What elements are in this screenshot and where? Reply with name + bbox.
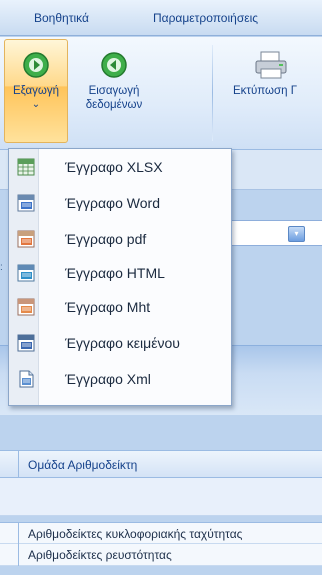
row-divider bbox=[18, 544, 19, 566]
table-row[interactable]: Αριθμοδείκτες ρευστότητας bbox=[0, 544, 322, 566]
import-data-button[interactable]: Εισαγωγή δεδομένων bbox=[78, 39, 150, 143]
menu-item-label: Έγγραφο κειμένου bbox=[65, 335, 180, 351]
table-row[interactable]: Αριθμοδείκτες κυκλοφοριακής ταχύτητας bbox=[0, 522, 322, 545]
menu-item-html[interactable]: Έγγραφο HTML bbox=[11, 257, 231, 289]
export-icon bbox=[23, 52, 49, 78]
tab-tools[interactable]: Βοηθητικά bbox=[34, 11, 89, 25]
export-button[interactable]: Εξαγωγή ⌄ bbox=[4, 39, 68, 143]
menu-item-pdf[interactable]: Έγγραφο pdf bbox=[11, 223, 231, 255]
pdf-file-icon bbox=[17, 230, 35, 248]
group-header[interactable]: Ομάδα Αριθμοδείκτη bbox=[0, 450, 322, 479]
export-dropdown-menu: Έγγραφο XLSX Έγγραφο Word Έγγραφο pdf Έγ… bbox=[8, 148, 232, 406]
print-label: Εκτύπωση Γ bbox=[233, 85, 298, 97]
ribbon-separator bbox=[212, 45, 213, 141]
import-label-line2: δεδομένων bbox=[85, 99, 143, 111]
xlsx-file-icon bbox=[17, 158, 35, 176]
chevron-down-icon: ⌄ bbox=[31, 99, 41, 110]
html-file-icon bbox=[17, 264, 35, 282]
import-label-line1: Εισαγωγή bbox=[88, 85, 140, 97]
menu-item-label: Έγγραφο Word bbox=[65, 195, 160, 211]
row-divider bbox=[18, 523, 19, 545]
menu-item-label: Έγγραφο Xml bbox=[65, 371, 151, 387]
empty-row bbox=[0, 478, 322, 516]
text-file-icon bbox=[17, 334, 35, 352]
word-file-icon bbox=[17, 194, 35, 212]
group-header-label: Ομάδα Αριθμοδείκτη bbox=[28, 458, 138, 472]
menu-item-xlsx[interactable]: Έγγραφο XLSX bbox=[11, 151, 231, 183]
menu-item-word[interactable]: Έγγραφο Word bbox=[11, 187, 231, 219]
menu-item-label: Έγγραφο XLSX bbox=[65, 159, 163, 175]
menu-item-mht[interactable]: Έγγραφο Mht bbox=[11, 291, 231, 323]
menu-item-text[interactable]: Έγγραφο κειμένου bbox=[11, 327, 231, 359]
side-marker: : bbox=[0, 262, 3, 273]
combo-dropdown-button[interactable]: ▾ bbox=[288, 226, 305, 242]
menu-item-label: Έγγραφο HTML bbox=[65, 265, 165, 281]
tab-settings[interactable]: Παραμετροποιήσεις bbox=[153, 11, 258, 25]
xml-file-icon bbox=[19, 370, 34, 388]
import-icon bbox=[101, 52, 127, 78]
printer-icon bbox=[255, 51, 287, 79]
menu-item-label: Έγγραφο Mht bbox=[65, 299, 151, 315]
ribbon-panel: Εξαγωγή ⌄ Εισαγωγή δεδομένων Εκτύπωση Γ bbox=[0, 37, 322, 150]
print-button[interactable]: Εκτύπωση Γ bbox=[224, 39, 322, 143]
mht-file-icon bbox=[17, 298, 35, 316]
table-cell: Αριθμοδείκτες ρευστότητας bbox=[28, 548, 172, 562]
menu-item-label: Έγγραφο pdf bbox=[65, 231, 147, 247]
ribbon-tab-bar: Βοηθητικά Παραμετροποιήσεις bbox=[0, 0, 322, 36]
table-cell: Αριθμοδείκτες κυκλοφοριακής ταχύτητας bbox=[28, 527, 243, 541]
export-label: Εξαγωγή bbox=[12, 85, 60, 97]
menu-item-xml[interactable]: Έγγραφο Xml bbox=[11, 363, 231, 395]
group-header-divider bbox=[18, 451, 19, 479]
